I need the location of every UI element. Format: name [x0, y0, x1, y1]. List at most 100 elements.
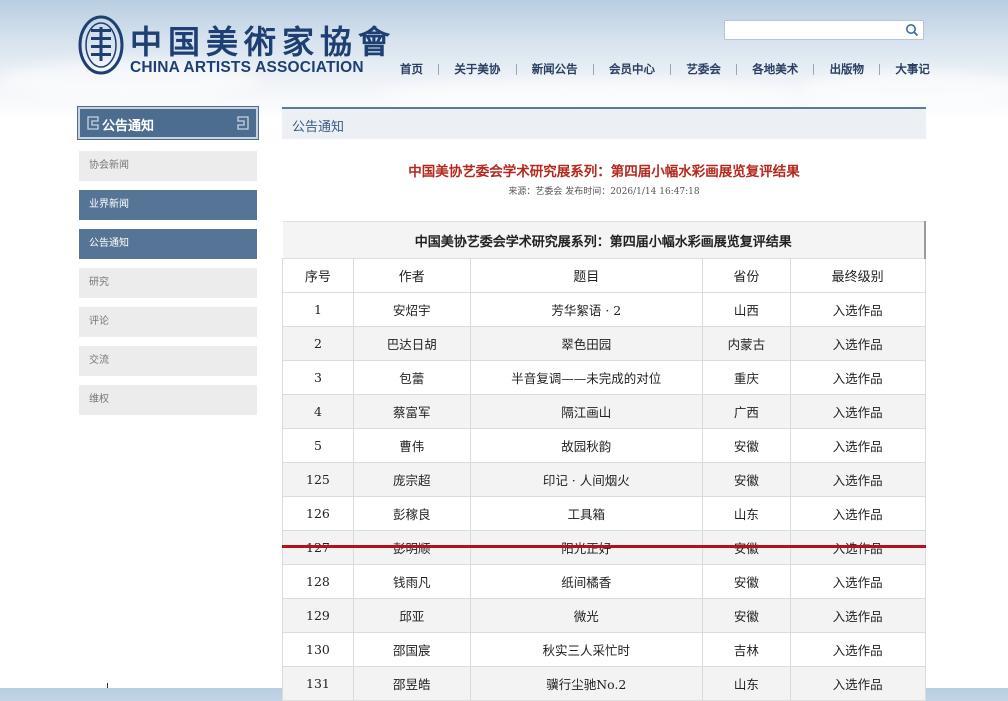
- article-meta: 来源：艺委会 发布时间：2026/1/14 16:47:18: [508, 187, 700, 197]
- table-row: 129 邱亚 微光 安徽 入选作品: [282, 598, 926, 633]
- nav-about[interactable]: 关于美协: [454, 61, 500, 77]
- table-cell: 131: [282, 666, 354, 701]
- corner-ornament-icon: [87, 116, 99, 130]
- sidebar-item-research[interactable]: 研究: [79, 268, 257, 298]
- column-header: 省份: [702, 258, 791, 293]
- table-cell: 吉林: [702, 632, 791, 667]
- table-cell: 入选作品: [789, 360, 926, 395]
- search-box[interactable]: [724, 20, 924, 42]
- table-cell: 129: [282, 598, 354, 633]
- table-cell: 包蕾: [352, 360, 471, 395]
- table-row: 131 邵昱皓 骥行尘驰No.2 山东 入选作品: [282, 666, 926, 701]
- sidebar-item-association-news[interactable]: 协会新闻: [79, 151, 257, 181]
- table-row: 5 曹伟 故园秋韵 安徽 入选作品: [282, 428, 926, 463]
- nav-divider: [515, 63, 517, 75]
- nav-home[interactable]: 首页: [400, 61, 423, 77]
- table-row: 1 安炤宇 芳华絮语 · 2 山西 入选作品: [282, 292, 926, 327]
- table-cell: 骥行尘驰No.2: [469, 666, 704, 701]
- table-cell: 隔江画山: [469, 394, 704, 429]
- table-row: 3 包蕾 半音复调——未完成的对位 重庆 入选作品: [282, 360, 926, 395]
- sidebar-item-announcements[interactable]: 公告通知: [79, 229, 257, 259]
- table-cell: 入选作品: [789, 326, 926, 361]
- table-cell: 内蒙古: [702, 326, 791, 361]
- table-cell: 入选作品: [789, 462, 926, 497]
- article-title: 中国美协艺委会学术研究展系列：第四届小幅水彩画展览复评结果: [408, 164, 800, 180]
- table-cell: 山东: [702, 496, 791, 531]
- nav-news[interactable]: 新闻公告: [532, 61, 578, 77]
- table-body: 1 安炤宇 芳华絮语 · 2 山西 入选作品 2 巴达日胡 翠色田园 内蒙古 入选作品 3 包蕾 半音复…: [282, 292, 926, 701]
- table-cell: 5: [282, 428, 354, 463]
- table-cell: 4: [282, 394, 354, 429]
- sky-cloud: [380, 80, 800, 110]
- table-cell: 山东: [702, 666, 791, 701]
- table-cell: 安徽: [702, 462, 791, 497]
- table-cell: 彭稼良: [352, 496, 471, 531]
- sidebar-item-industry-news[interactable]: 业界新闻: [79, 190, 257, 220]
- table-cell: 重庆: [702, 360, 791, 395]
- site-logo[interactable]: 中国美術家協會 CHINA ARTISTS ASSOCIATION: [78, 15, 390, 81]
- table-cell: 入选作品: [789, 428, 926, 463]
- corner-ornament-icon: [237, 116, 249, 130]
- table-cell: 安徽: [702, 564, 791, 599]
- breadcrumb-label[interactable]: 公告通知: [292, 116, 344, 135]
- table-cell: 半音复调——未完成的对位: [469, 360, 704, 395]
- table-cell: 巴达日胡: [352, 326, 471, 361]
- table-cell: 126: [282, 496, 354, 531]
- nav-divider: [670, 63, 672, 75]
- table-cell: 钱雨凡: [352, 564, 471, 599]
- table-caption: 中国美协艺委会学术研究展系列：第四届小幅水彩画展览复评结果: [282, 221, 926, 259]
- table-row: 2 巴达日胡 翠色田园 内蒙古 入选作品: [282, 326, 926, 361]
- results-table: 中国美协艺委会学术研究展系列：第四届小幅水彩画展览复评结果 序号 作者 题目 省…: [282, 221, 926, 701]
- table-row: 128 钱雨凡 纸间橘香 安徽 入选作品: [282, 564, 926, 599]
- table-cell: 山西: [702, 292, 791, 327]
- nav-divider: [736, 63, 738, 75]
- nav-divider: [438, 63, 440, 75]
- emblem-icon: [78, 15, 124, 75]
- table-cell: 入选作品: [789, 632, 926, 667]
- table-cell: 翠色田园: [469, 326, 704, 361]
- nav-members[interactable]: 会员中心: [609, 61, 655, 77]
- sidebar-item-rights[interactable]: 维权: [79, 385, 257, 415]
- logo-english-text: CHINA ARTISTS ASSOCIATION: [130, 59, 364, 76]
- text-cursor: [107, 683, 108, 688]
- table-cell: 纸间橘香: [469, 564, 704, 599]
- column-header: 最终级别: [789, 258, 926, 293]
- search-input[interactable]: [729, 24, 903, 42]
- sidebar-item-exchange[interactable]: 交流: [79, 346, 257, 376]
- nav-divider: [879, 63, 881, 75]
- nav-regional[interactable]: 各地美术: [752, 61, 798, 77]
- table-row: 126 彭稼良 工具箱 山东 入选作品: [282, 496, 926, 531]
- table-cell: 安炤宇: [352, 292, 471, 327]
- table-cell: 安徽: [702, 428, 791, 463]
- sidebar-title: 公告通知: [102, 118, 155, 133]
- table-cell: 入选作品: [789, 292, 926, 327]
- table-row: 130 邵国宸 秋实三人采忙时 吉林 入选作品: [282, 632, 926, 667]
- table-cell: 微光: [469, 598, 704, 633]
- table-cell: 入选作品: [789, 394, 926, 429]
- table-cell: 128: [282, 564, 354, 599]
- table-cell: 邵昱皓: [352, 666, 471, 701]
- table-cell: 印记 · 人间烟火: [469, 462, 704, 497]
- red-divider-line: [282, 545, 926, 548]
- nav-chronicle[interactable]: 大事记: [895, 61, 930, 77]
- nav-publications[interactable]: 出版物: [830, 61, 865, 77]
- column-header: 作者: [352, 258, 471, 293]
- main-nav: 首页 关于美协 新闻公告 会员中心 艺委会 各地美术 出版物 大事记: [400, 58, 930, 80]
- column-header: 题目: [469, 258, 704, 293]
- table-cell: 3: [282, 360, 354, 395]
- search-icon[interactable]: [905, 23, 919, 37]
- table-row: 125 庞宗超 印记 · 人间烟火 安徽 入选作品: [282, 462, 926, 497]
- table-cell: 2: [282, 326, 354, 361]
- table-cell: 故园秋韵: [469, 428, 704, 463]
- table-cell: 广西: [702, 394, 791, 429]
- nav-committee[interactable]: 艺委会: [686, 61, 721, 77]
- table-cell: 邵国宸: [352, 632, 471, 667]
- sidebar-item-review[interactable]: 评论: [79, 307, 257, 337]
- logo-chinese-text: 中国美術家協會: [130, 23, 397, 61]
- table-cell: 曹伟: [352, 428, 471, 463]
- table-cell: 入选作品: [789, 564, 926, 599]
- nav-divider: [813, 63, 815, 75]
- table-cell: 安徽: [702, 598, 791, 633]
- table-cell: 1: [282, 292, 354, 327]
- table-cell: 庞宗超: [352, 462, 471, 497]
